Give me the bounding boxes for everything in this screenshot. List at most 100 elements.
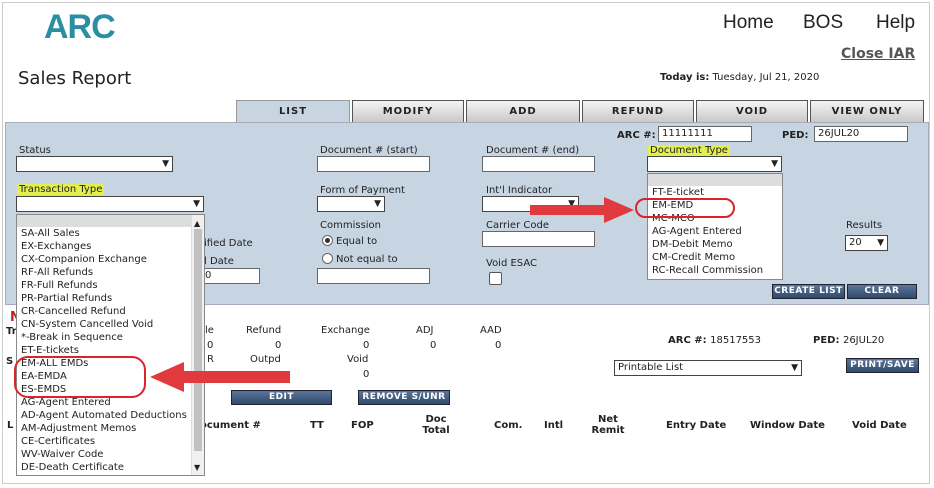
tab-modify[interactable]: MODIFY [352,100,464,122]
trans-type-option[interactable]: AD-Agent Automated Deductions [17,409,204,422]
trans-type-option[interactable]: DE-Death Certificate [17,461,204,474]
annotation-oval-em-emd [635,198,735,218]
equal-to-radio[interactable]: Equal to [322,235,377,247]
col-document[interactable]: ocument # [200,420,261,431]
col-void-date[interactable]: Void Date [852,420,907,431]
trans-type-option[interactable]: CX-Companion Exchange [17,253,204,266]
summary-ped-label: PED: 26JUL20 [813,335,885,346]
dropdown-blank-option[interactable] [17,215,191,227]
summary-value: 0 [207,340,214,351]
doc-type-label: Document Type [648,145,730,156]
summary-header-aad: AAD [480,325,502,336]
doc-start-input[interactable] [317,156,430,172]
scrollbar-thumb[interactable] [194,229,202,451]
annotation-arrow-left [150,362,290,392]
trans-type-option[interactable]: EX-Exchanges [17,240,204,253]
trans-type-select[interactable]: ▼ [16,196,204,212]
trans-type-option[interactable]: *-Break in Sequence [17,331,204,344]
commission-input[interactable] [317,268,430,284]
col-net-remit[interactable]: Net Remit [588,414,628,436]
trans-type-option[interactable]: PR-Partial Refunds [17,292,204,305]
tab-list[interactable]: LIST [236,100,350,122]
col-window-date[interactable]: Window Date [750,420,825,431]
today-date: Today is: Tuesday, Jul 21, 2020 [660,72,820,83]
trans-type-option[interactable]: RF-All Refunds [17,266,204,279]
chevron-down-icon: ▼ [791,363,798,373]
date-label: l Date [204,256,234,267]
doc-type-option[interactable]: RC-Recall Commission [648,264,782,277]
trans-type-option[interactable]: CN-System Cancelled Void [17,318,204,331]
arc-input[interactable]: 11111111 [658,126,752,142]
chevron-down-icon: ▼ [374,199,381,209]
summary-value: 0 [363,369,370,380]
col-intl[interactable]: Intl [544,420,563,431]
void-esac-checkbox[interactable] [489,272,502,285]
ped-label: PED: [782,130,809,141]
col-entry-date[interactable]: Entry Date [666,420,726,431]
chevron-down-icon: ▼ [162,159,169,169]
tab-void[interactable]: VOID [696,100,808,122]
doc-end-label: Document # (end) [486,145,580,156]
trans-type-option[interactable]: CR-Cancelled Refund [17,305,204,318]
status-select[interactable]: ▼ [16,156,173,172]
nav-bos[interactable]: BOS [803,12,843,34]
col-tt[interactable]: TT [310,420,324,431]
results-select[interactable]: 20 ▼ [845,235,888,251]
dropdown-blank-option[interactable] [648,174,782,186]
create-list-button[interactable]: CREATE LIST [772,284,845,299]
summary-value: 0 [495,340,502,351]
tab-refund[interactable]: REFUND [582,100,694,122]
print-save-button[interactable]: PRINT/SAVE [846,358,919,373]
arc-logo[interactable]: ARC [44,8,116,47]
summary-header-refund: Refund [246,325,282,336]
doc-end-input[interactable] [482,156,595,172]
doc-type-option[interactable]: AG-Agent Entered [648,225,782,238]
scroll-down-icon[interactable]: ▼ [194,461,200,474]
remove-sunr-button[interactable]: REMOVE S/UNR [358,390,450,405]
trans-type-dropdown: SA-All Sales EX-Exchanges CX-Companion E… [16,214,205,476]
chevron-down-icon: ▼ [771,159,778,169]
close-iar-link[interactable]: Close IAR [841,46,915,62]
tab-add[interactable]: ADD [466,100,580,122]
doc-type-option[interactable]: CM-Credit Memo [648,251,782,264]
trans-type-option[interactable]: SA-All Sales [17,227,204,240]
summary-arc-label: ARC #: 18517553 [668,335,762,346]
doc-type-option[interactable]: DM-Debit Memo [648,238,782,251]
intl-label: Int'l Indicator [486,185,553,196]
fop-label: Form of Payment [320,185,405,196]
nav-help[interactable]: Help [876,12,915,34]
printable-list-select[interactable]: Printable List ▼ [614,360,802,376]
dropdown-scrollbar[interactable]: ▲ ▼ [191,215,204,475]
status-label: Status [19,145,51,156]
partial-label-s: S [6,356,14,367]
summary-value: 0 [363,340,370,351]
partial-label-l: L [7,420,14,431]
summary-value: 0 [430,340,437,351]
date-input[interactable]: 0 [201,268,260,284]
summary-header-exchange: Exchange [321,325,370,336]
commission-label: Commission [320,220,382,231]
page-title: Sales Report [18,68,132,89]
arc-label: ARC #: [617,130,656,141]
nav-home[interactable]: Home [723,12,774,34]
trans-type-option[interactable]: WV-Waiver Code [17,448,204,461]
fop-select[interactable]: ▼ [317,196,385,212]
trans-type-option[interactable]: CE-Certificates [17,435,204,448]
not-equal-to-radio[interactable]: Not equal to [322,253,398,265]
doc-type-select[interactable]: ▼ [647,156,782,172]
carrier-input[interactable] [482,231,595,247]
trans-type-option[interactable]: FR-Full Refunds [17,279,204,292]
tab-view-only[interactable]: VIEW ONLY [810,100,924,122]
ped-input[interactable]: 26JUL20 [814,126,908,142]
void-esac-label: Void ESAC [486,258,537,269]
clear-button[interactable]: CLEAR [847,284,917,299]
trans-type-label: Transaction Type [17,184,105,195]
annotation-oval-emd-group [14,356,146,398]
col-doc-total[interactable]: Doc Total [416,414,456,436]
trans-type-option[interactable]: AM-Adjustment Memos [17,422,204,435]
chevron-down-icon: ▼ [877,238,884,248]
chevron-down-icon: ▼ [193,199,200,209]
results-label: Results [846,220,883,231]
col-fop[interactable]: FOP [351,420,374,431]
col-com[interactable]: Com. [494,420,522,431]
